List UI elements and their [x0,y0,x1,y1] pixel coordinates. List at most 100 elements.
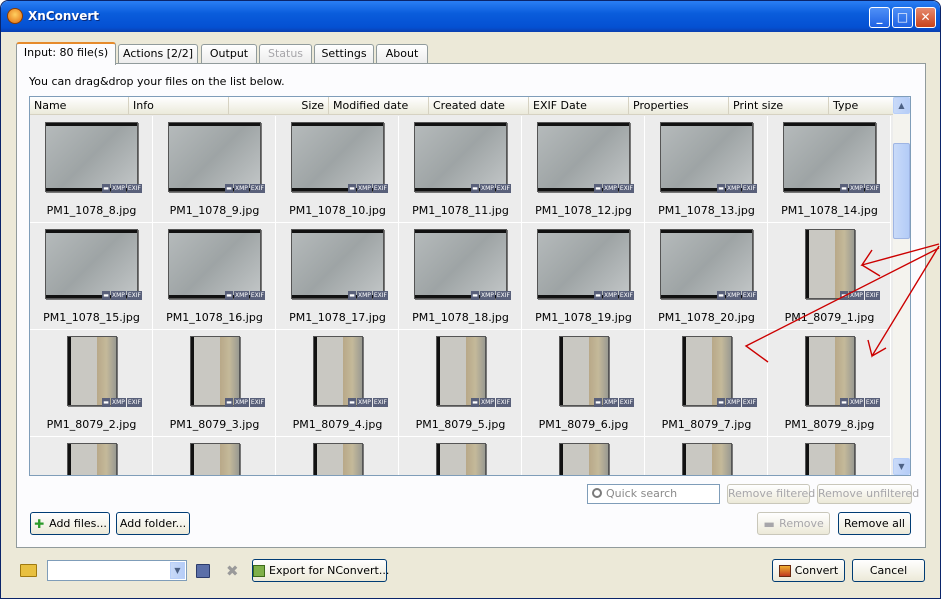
column-created-date[interactable]: Created date [428,97,528,115]
badge-icon: ▬ [840,291,848,300]
metadata-badges: ▬ XMP EXIF [347,398,388,407]
maximize-button[interactable]: □ [892,7,913,28]
file-thumbnail-cell[interactable]: ▬ XMP EXIF PM1_1078_9.jpg [153,116,276,223]
file-thumbnail-cell[interactable]: ▬ XMP EXIF PM1_1078_17.jpg [276,223,399,330]
exif-badge: EXIF [495,398,511,407]
thumbnail-image [537,229,630,299]
exif-badge: EXIF [741,291,757,300]
column-print-size[interactable]: Print size [728,97,828,115]
thumbnail-image [559,336,609,406]
file-thumbnail-cell[interactable]: ▬ XMP EXIF PM1_8079_3.jpg [153,330,276,437]
chevron-down-icon[interactable]: ▼ [170,562,185,579]
badge-icon: ▬ [471,398,479,407]
metadata-badges: ▬ XMP EXIF [224,291,265,300]
remove-unfiltered-button[interactable]: Remove unfiltered [817,484,919,504]
save-icon[interactable] [196,564,210,578]
vertical-scrollbar[interactable]: ▲ ▼ [893,97,910,475]
xmp-badge: XMP [848,291,864,300]
file-thumbnail-cell[interactable]: ▬ XMP EXIF PM1_8079_1.jpg [768,223,891,330]
tab-settings[interactable]: Settings [314,44,374,64]
xmp-badge: XMP [725,291,741,300]
xmp-badge: XMP [233,184,249,193]
convert-button[interactable]: Convert [772,559,845,582]
preset-combo[interactable]: ▼ [47,560,187,581]
column-modified-date[interactable]: Modified date [328,97,428,115]
remove-filtered-button[interactable]: Remove filtered [727,484,815,504]
quick-search-input[interactable]: Quick search [587,484,720,504]
metadata-badges: ▬ XMP EXIF [101,398,142,407]
remove-all-button[interactable]: Remove all [838,512,911,535]
file-thumbnail-cell[interactable]: ▬ XMP EXIF PM1_8079_7.jpg [645,330,768,437]
scroll-down-button[interactable]: ▼ [893,458,910,475]
file-thumbnail-cell[interactable]: ▬ XMP EXIF PM1_1078_16.jpg [153,223,276,330]
badge-icon: ▬ [471,184,479,193]
file-thumbnail-cell[interactable]: ▬ XMP EXIF PM1_1078_10.jpg [276,116,399,223]
cancel-button[interactable]: Cancel [852,559,925,582]
column-type[interactable]: Type [828,97,894,115]
file-name: PM1_1078_10.jpg [289,204,386,217]
file-thumbnail-cell[interactable]: ▬ XMP EXIF PM1_8079_5.jpg [399,330,522,437]
column-info[interactable]: Info [128,97,228,115]
tab-about[interactable]: About [376,44,428,64]
file-thumbnail-cell[interactable]: ▬ XMP EXIF PM1_1078_20.jpg [645,223,768,330]
file-thumbnail-cell[interactable]: ▬XMPEXIF [276,437,399,475]
xmp-badge: XMP [233,291,249,300]
badge-icon: ▬ [594,184,602,193]
file-thumbnail-cell[interactable]: ▬XMPEXIF [30,437,153,475]
export-nconvert-button[interactable]: Export for NConvert... [252,559,389,582]
xmp-badge: XMP [110,184,126,193]
file-thumbnail-cell[interactable]: ▬ XMP EXIF PM1_1078_12.jpg [522,116,645,223]
column-exif-date[interactable]: EXIF Date [528,97,628,115]
file-thumbnail-cell[interactable]: ▬ XMP EXIF PM1_1078_13.jpg [645,116,768,223]
file-thumbnail-cell[interactable]: ▬XMPEXIF [768,437,891,475]
file-thumbnail-cell[interactable]: ▬ XMP EXIF PM1_1078_15.jpg [30,223,153,330]
file-thumbnail-cell[interactable]: ▬ XMP EXIF PM1_1078_14.jpg [768,116,891,223]
xmp-badge: XMP [479,184,495,193]
input-panel: You can drag&drop your files on the list… [16,63,926,548]
delete-icon[interactable]: ✖ [226,562,239,580]
file-thumbnail-cell[interactable]: ▬ XMP EXIF PM1_1078_11.jpg [399,116,522,223]
column-name[interactable]: Name [30,97,128,115]
file-thumbnail-cell[interactable]: ▬ XMP EXIF PM1_8079_2.jpg [30,330,153,437]
file-thumbnail-cell[interactable]: ▬ XMP EXIF PM1_1078_8.jpg [30,116,153,223]
file-list[interactable]: Name Info Size Modified date Created dat… [29,96,911,476]
minimize-button[interactable]: _ [869,7,890,28]
file-thumbnail-cell[interactable]: ▬XMPEXIF [399,437,522,475]
column-properties[interactable]: Properties [628,97,728,115]
add-folder-button[interactable]: Add folder... [116,512,190,535]
file-thumbnail-cell[interactable]: ▬ XMP EXIF PM1_8079_4.jpg [276,330,399,437]
file-name: PM1_1078_8.jpg [46,204,137,217]
scroll-thumb[interactable] [893,143,910,239]
badge-icon: ▬ [102,291,110,300]
file-thumbnail-cell[interactable]: ▬XMPEXIF [645,437,768,475]
column-header: Name Info Size Modified date Created dat… [30,97,894,115]
tab-status[interactable]: Status [259,44,312,64]
title-bar[interactable]: XnConvert _ □ ✕ [1,1,940,32]
file-thumbnail-cell[interactable]: ▬ XMP EXIF PM1_1078_19.jpg [522,223,645,330]
scroll-up-button[interactable]: ▲ [893,97,910,114]
file-thumbnail-cell[interactable]: ▬ XMP EXIF PM1_1078_18.jpg [399,223,522,330]
file-thumbnail-cell[interactable]: ▬ XMP EXIF PM1_8079_8.jpg [768,330,891,437]
file-name: PM1_8079_8.jpg [784,418,875,431]
column-size[interactable]: Size [228,97,328,115]
tab-input[interactable]: Input: 80 file(s) [16,42,116,65]
folder-icon[interactable] [20,564,37,577]
metadata-badges: ▬ XMP EXIF [347,291,388,300]
close-button[interactable]: ✕ [915,7,936,28]
tab-output[interactable]: Output [201,44,257,64]
file-thumbnail-cell[interactable]: ▬ XMP EXIF PM1_8079_6.jpg [522,330,645,437]
exif-badge: EXIF [864,398,880,407]
xnconvert-window: XnConvert _ □ ✕ Input: 80 file(s) Action… [0,0,941,599]
remove-label: Remove [779,517,824,530]
file-name: PM1_1078_9.jpg [169,204,260,217]
add-files-button[interactable]: ✚ Add files... [30,512,110,535]
tab-actions[interactable]: Actions [2/2] [118,44,198,64]
thumbnail-image [682,443,732,475]
file-name: PM1_8079_4.jpg [292,418,383,431]
chevron-down-icon: ▼ [898,462,905,471]
file-thumbnail-cell[interactable]: ▬XMPEXIF [153,437,276,475]
remove-button[interactable]: ▬ Remove [757,512,830,535]
file-thumbnail-cell[interactable]: ▬XMPEXIF [522,437,645,475]
exif-badge: EXIF [618,184,634,193]
search-icon [592,488,602,498]
